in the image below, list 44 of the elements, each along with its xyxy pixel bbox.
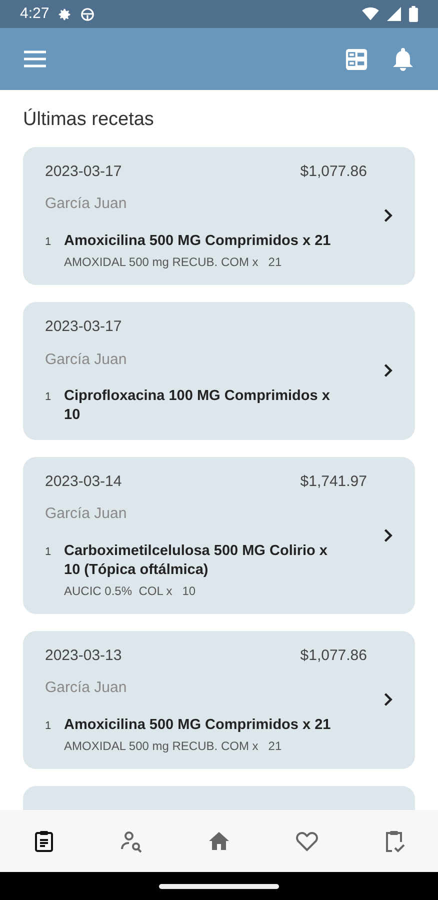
bell-icon xyxy=(392,47,414,71)
medication-name: Amoxicilina 500 MG Comprimidos x 21 xyxy=(64,232,331,250)
status-time: 4:27 xyxy=(20,4,50,24)
signal-icon xyxy=(387,7,401,21)
medication-name: Carboximetilcelulosa 500 MG Colirio x 10 (Tópica oftálmica) xyxy=(64,542,328,580)
dashboard-icon xyxy=(345,48,368,70)
chevron-right-icon xyxy=(383,528,393,542)
chevron-right-icon xyxy=(383,363,393,378)
medication-detail: AMOXIDAL 500 mg RECUB. COM x 21 xyxy=(64,738,283,754)
prescription-card[interactable]: 2023-03-17 García Juan 1 Ciprofloxacina 100 MG Comprimidos x 10 xyxy=(23,302,415,440)
prescription-total: $1,077.86 xyxy=(300,162,367,182)
home-handle[interactable] xyxy=(159,884,279,888)
patient-name: García Juan xyxy=(45,678,128,698)
prescription-card[interactable]: 2023-03-13 $1,077.86 García Juan 1 Amoxicilina 500 MG Comprimidos x 21 AMOXIDAL 500 mg RECUB. COM x 21 xyxy=(23,630,415,768)
prescription-total: $1,077.86 xyxy=(300,646,367,666)
battery-icon xyxy=(409,6,418,22)
section-title: Últimas recetas xyxy=(23,108,155,132)
prescription-date: 2023-03-14 xyxy=(45,472,122,492)
chevron-right-icon xyxy=(383,208,393,223)
prescription-total: $1,741.97 xyxy=(300,472,367,492)
wifi-icon xyxy=(362,7,379,21)
patient-name: García Juan xyxy=(45,194,128,214)
quantity: 1 xyxy=(45,390,52,405)
prescription-card[interactable]: 2023-03-17 $1,077.86 García Juan 1 Amoxicilina 500 MG Comprimidos x 21 AMOXIDAL 500 mg RECUB. COM x 21 xyxy=(23,146,415,284)
prescription-date: 2023-03-17 xyxy=(45,162,122,182)
patient-name: García Juan xyxy=(45,504,128,524)
medication-name: Amoxicilina 500 MG Comprimidos x 21 xyxy=(64,716,331,734)
medication-detail: AMOXIDAL 500 mg RECUB. COM x 21 xyxy=(64,254,283,270)
quantity: 1 xyxy=(45,544,52,560)
medication-detail: AUCIC 0.5% COL x 10 xyxy=(64,582,197,600)
heart-icon xyxy=(294,829,319,853)
quantity: 1 xyxy=(45,234,52,250)
steering-wheel-icon xyxy=(80,6,96,22)
prescription-date: 2023-03-17 xyxy=(45,317,122,337)
home-icon xyxy=(206,829,231,853)
prescription-card[interactable]: 2023-03-14 $1,741.97 García Juan 1 Carboximetilcelulosa 500 MG Colirio x 10 (Tópica oftálmica) AUCIC 0.5% COL x 10 xyxy=(23,456,415,614)
gear-icon xyxy=(57,6,72,22)
patient-name: García Juan xyxy=(45,350,128,370)
menu-icon xyxy=(24,50,46,68)
quantity: 1 xyxy=(45,718,52,734)
medication-name: Ciprofloxacina 100 MG Comprimidos x 10 xyxy=(64,387,331,425)
person-search-icon xyxy=(119,829,144,853)
chevron-right-icon xyxy=(383,692,393,707)
prescription-date: 2023-03-13 xyxy=(45,646,122,666)
